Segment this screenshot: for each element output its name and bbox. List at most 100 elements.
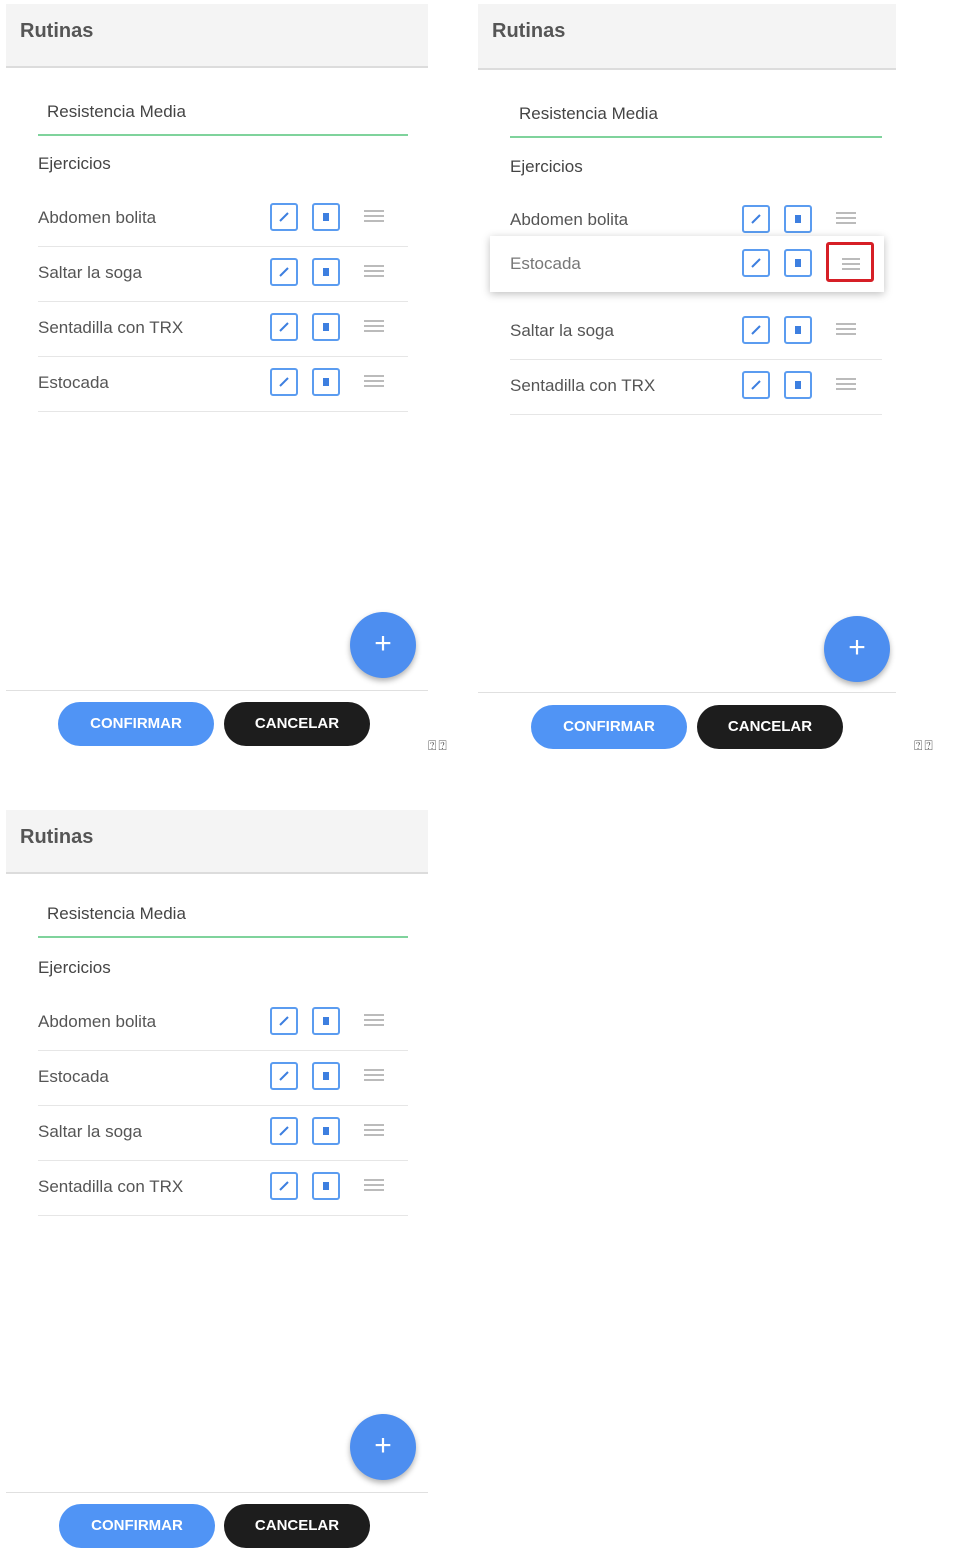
trash-icon — [323, 268, 329, 276]
exercise-row[interactable]: Estocada — [38, 1051, 408, 1106]
exercise-row[interactable]: Sentadilla con TRX — [38, 1161, 408, 1216]
cancel-button[interactable]: CANCELAR — [224, 1504, 370, 1548]
drag-handle-icon[interactable] — [836, 320, 856, 340]
confirm-button[interactable]: CONFIRMAR — [58, 702, 214, 746]
delete-button[interactable] — [312, 1007, 340, 1035]
bottom-bar — [6, 1492, 428, 1493]
pencil-icon — [279, 1016, 289, 1026]
section-label: Ejercicios — [510, 157, 583, 176]
dragged-row[interactable]: Estocada — [490, 236, 884, 292]
trash-icon — [795, 381, 801, 389]
exercise-label: Saltar la soga — [38, 263, 142, 282]
routine-name-value: Resistencia Media — [519, 104, 658, 123]
bottom-bar — [6, 690, 428, 691]
edit-button[interactable] — [270, 368, 298, 396]
exercise-list: Abdomen bolita Saltar la soga Sentadilla c… — [510, 194, 882, 415]
delete-button[interactable] — [312, 1117, 340, 1145]
drag-handle-icon[interactable] — [364, 1176, 384, 1196]
drag-handle-icon[interactable] — [364, 317, 384, 337]
edit-button[interactable] — [742, 249, 770, 277]
edit-button[interactable] — [270, 313, 298, 341]
exercise-row[interactable]: Abdomen bolita — [38, 996, 408, 1051]
bottom-bar — [478, 692, 896, 693]
edit-button[interactable] — [270, 1007, 298, 1035]
trash-icon — [795, 259, 801, 267]
trash-icon — [323, 213, 329, 221]
drag-handle-highlighted[interactable] — [826, 242, 874, 282]
routine-name-field[interactable]: Resistencia Media — [38, 898, 408, 938]
trash-icon — [323, 378, 329, 386]
delete-button[interactable] — [312, 203, 340, 231]
delete-button[interactable] — [784, 316, 812, 344]
edit-button[interactable] — [270, 1172, 298, 1200]
missing-glyphs: ⍰⍰ — [914, 738, 935, 754]
trash-icon — [323, 1182, 329, 1190]
delete-button[interactable] — [784, 249, 812, 277]
exercise-row[interactable]: Estocada — [38, 357, 408, 412]
routine-name-field[interactable]: Resistencia Media — [38, 96, 408, 136]
section-label: Ejercicios — [38, 958, 111, 977]
drag-handle-icon[interactable] — [364, 207, 384, 227]
exercise-row[interactable]: Saltar la soga — [38, 247, 408, 302]
exercise-row[interactable]: Sentadilla con TRX — [38, 302, 408, 357]
section-label: Ejercicios — [38, 154, 111, 173]
screen-3: Rutinas Resistencia Media Ejercicios Abd… — [6, 810, 428, 1548]
app-title: Rutinas — [492, 20, 566, 42]
drag-handle-icon[interactable] — [364, 1121, 384, 1141]
delete-button[interactable] — [312, 258, 340, 286]
confirm-button[interactable]: CONFIRMAR — [531, 705, 687, 749]
app-bar: Rutinas — [6, 4, 428, 68]
exercise-list: Abdomen bolita Saltar la soga Sentadilla c… — [38, 192, 408, 412]
add-exercise-button[interactable]: + — [350, 612, 416, 678]
routine-name-field[interactable]: Resistencia Media — [510, 98, 882, 138]
drag-handle-icon[interactable] — [364, 1066, 384, 1086]
drag-handle-icon[interactable] — [364, 372, 384, 392]
add-exercise-button[interactable]: + — [824, 616, 890, 682]
trash-icon — [323, 1127, 329, 1135]
confirm-button[interactable]: CONFIRMAR — [59, 1504, 215, 1548]
plus-icon: + — [374, 627, 392, 660]
edit-button[interactable] — [270, 258, 298, 286]
plus-icon: + — [374, 1429, 392, 1462]
edit-button[interactable] — [742, 371, 770, 399]
trash-icon — [323, 1072, 329, 1080]
pencil-icon — [279, 322, 289, 332]
delete-button[interactable] — [784, 205, 812, 233]
edit-button[interactable] — [742, 205, 770, 233]
trash-icon — [795, 215, 801, 223]
add-exercise-button[interactable]: + — [350, 1414, 416, 1480]
exercise-label: Abdomen bolita — [38, 208, 157, 227]
edit-button[interactable] — [270, 203, 298, 231]
cancel-button[interactable]: CANCELAR — [224, 702, 370, 746]
edit-button[interactable] — [742, 316, 770, 344]
pencil-icon — [751, 380, 761, 390]
pencil-icon — [751, 214, 761, 224]
delete-button[interactable] — [312, 1062, 340, 1090]
trash-icon — [795, 326, 801, 334]
drag-handle-icon[interactable] — [364, 1011, 384, 1031]
delete-button[interactable] — [312, 1172, 340, 1200]
exercise-row[interactable]: Sentadilla con TRX — [510, 360, 882, 415]
cancel-button[interactable]: CANCELAR — [697, 705, 843, 749]
exercise-label: Estocada — [38, 1067, 109, 1086]
app-bar: Rutinas — [6, 810, 428, 874]
dragged-label: Estocada — [510, 254, 581, 273]
delete-button[interactable] — [784, 371, 812, 399]
drag-handle-icon[interactable] — [836, 209, 856, 229]
edit-button[interactable] — [270, 1062, 298, 1090]
edit-button[interactable] — [270, 1117, 298, 1145]
exercise-label: Saltar la soga — [510, 321, 614, 340]
drag-handle-icon[interactable] — [364, 262, 384, 282]
exercise-row[interactable]: Saltar la soga — [38, 1106, 408, 1161]
app-title: Rutinas — [20, 20, 94, 42]
exercise-row[interactable]: Abdomen bolita — [38, 192, 408, 247]
pencil-icon — [751, 325, 761, 335]
exercise-row[interactable]: Saltar la soga — [510, 305, 882, 360]
pencil-icon — [279, 377, 289, 387]
delete-button[interactable] — [312, 368, 340, 396]
plus-icon: + — [848, 631, 866, 664]
screen-1: Rutinas Resistencia Media Ejercicios Abd… — [6, 4, 428, 749]
drag-handle-icon[interactable] — [836, 375, 856, 395]
delete-button[interactable] — [312, 313, 340, 341]
exercise-label: Sentadilla con TRX — [510, 376, 656, 395]
